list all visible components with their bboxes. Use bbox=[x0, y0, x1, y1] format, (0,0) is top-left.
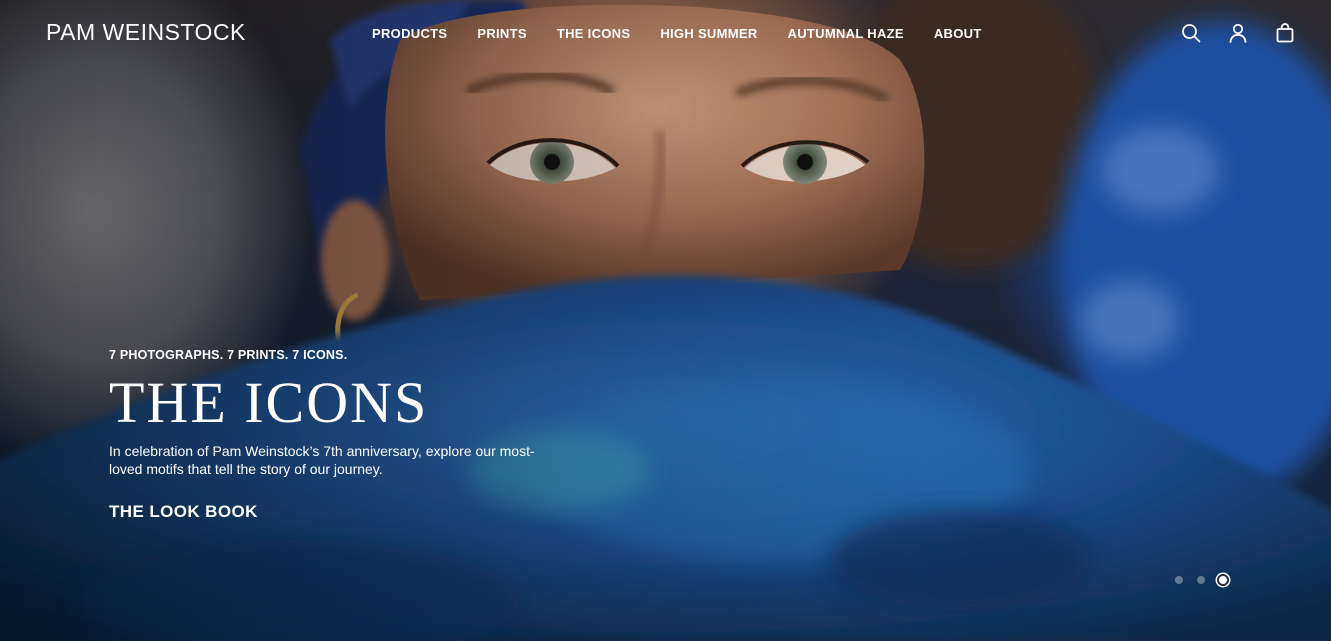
nav-item-the-icons[interactable]: THE ICONS bbox=[557, 26, 630, 41]
nav-item-prints[interactable]: PRINTS bbox=[477, 26, 526, 41]
search-icon[interactable] bbox=[1180, 22, 1202, 44]
site-header: PAM WEINSTOCK PRODUCTS PRINTS THE ICONS … bbox=[0, 0, 1331, 66]
brand-logo[interactable]: PAM WEINSTOCK bbox=[46, 19, 246, 46]
user-icon[interactable] bbox=[1227, 22, 1249, 44]
carousel-dot-3[interactable] bbox=[1219, 576, 1227, 584]
hero-kicker: 7 PHOTOGRAPHS. 7 PRINTS. 7 ICONS. bbox=[109, 348, 348, 362]
hero-banner: PAM WEINSTOCK PRODUCTS PRINTS THE ICONS … bbox=[0, 0, 1331, 641]
hero-image bbox=[0, 0, 1331, 641]
nav-item-autumnal-haze[interactable]: AUTUMNAL HAZE bbox=[788, 26, 904, 41]
main-nav: PRODUCTS PRINTS THE ICONS HIGH SUMMER AU… bbox=[372, 26, 982, 41]
header-tools bbox=[1180, 22, 1296, 44]
shopping-bag-icon[interactable] bbox=[1274, 22, 1296, 44]
hero-content: 7 PHOTOGRAPHS. 7 PRINTS. 7 ICONS. THE IC… bbox=[109, 348, 549, 522]
hero-headline: THE ICONS bbox=[109, 370, 429, 435]
carousel-dots bbox=[1175, 576, 1227, 584]
nav-item-about[interactable]: ABOUT bbox=[934, 26, 982, 41]
nav-item-high-summer[interactable]: HIGH SUMMER bbox=[660, 26, 757, 41]
nav-item-products[interactable]: PRODUCTS bbox=[372, 26, 447, 41]
hero-description: In celebration of Pam Weinstock’s 7th an… bbox=[109, 443, 535, 477]
carousel-dot-2[interactable] bbox=[1197, 576, 1205, 584]
carousel-dot-1[interactable] bbox=[1175, 576, 1183, 584]
look-book-link[interactable]: THE LOOK BOOK bbox=[109, 502, 258, 522]
